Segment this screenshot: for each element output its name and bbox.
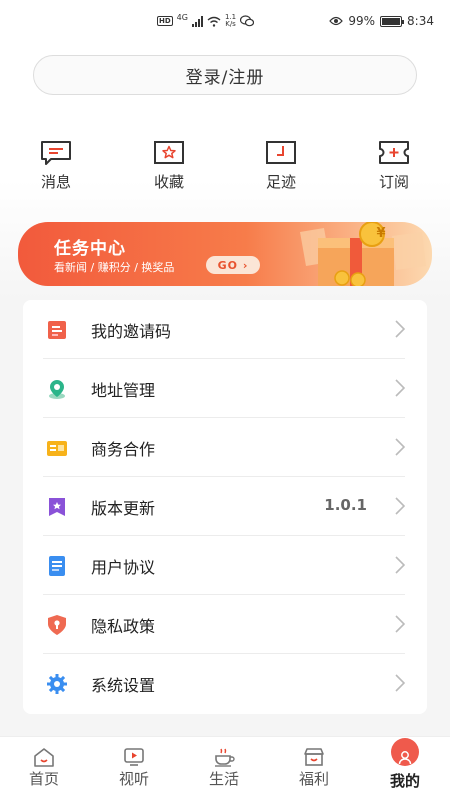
nav-welfare[interactable]: 福利	[279, 737, 349, 800]
gear-icon	[47, 674, 67, 694]
quick-action-subscriptions[interactable]: 订阅	[354, 140, 434, 192]
menu-label: 用户协议	[91, 558, 156, 577]
task-center-banner[interactable]: 任务中心 看新闻 / 赚积分 / 换奖品 GO › ¥	[18, 222, 432, 286]
message-icon	[41, 141, 71, 165]
version-number: 1.0.1	[324, 496, 367, 514]
eye-icon	[329, 16, 344, 26]
menu-label: 系统设置	[91, 676, 156, 695]
coffee-icon	[215, 748, 235, 767]
quick-action-messages[interactable]: 消息	[16, 140, 96, 192]
chevron-right-icon	[395, 379, 405, 397]
quick-action-label: 收藏	[153, 173, 184, 191]
login-register-button[interactable]: 登录/注册	[33, 55, 417, 95]
invite-code-icon	[48, 321, 66, 339]
wifi-icon	[207, 16, 221, 27]
chevron-right-icon	[395, 674, 405, 692]
nav-life[interactable]: 生活	[189, 737, 259, 800]
chevron-right-icon: ›	[242, 258, 249, 272]
quick-action-label: 订阅	[378, 173, 409, 191]
go-label: GO	[217, 258, 238, 272]
menu-item-privacy-policy[interactable]: 隐私政策	[23, 595, 427, 654]
location-icon	[49, 380, 65, 399]
home-icon	[34, 748, 54, 767]
chevron-right-icon	[395, 556, 405, 574]
menu-item-address[interactable]: 地址管理	[23, 359, 427, 418]
nav-label: 视听	[118, 770, 149, 788]
settings-menu: 我的邀请码 地址管理 商务合作 版本更新 1.0.1 用户协议 隐私政策 系统设…	[23, 300, 427, 714]
coin-symbol: ¥	[376, 226, 386, 241]
nav-mine[interactable]: 我的	[370, 737, 440, 800]
menu-label: 版本更新	[91, 499, 156, 518]
bottom-navigation: 首页 视听 生活 福利 我的	[0, 736, 450, 800]
menu-label: 隐私政策	[91, 617, 156, 636]
network-speed: 1.1 K/s	[225, 14, 236, 28]
video-icon	[124, 748, 144, 766]
chevron-right-icon	[395, 438, 405, 456]
menu-item-user-agreement[interactable]: 用户协议	[23, 536, 427, 595]
business-card-icon	[47, 441, 67, 456]
nav-label: 我的	[389, 772, 420, 790]
go-button[interactable]: GO ›	[206, 256, 260, 274]
wechat-icon	[240, 15, 255, 27]
battery-icon	[380, 15, 405, 27]
shield-icon	[48, 615, 66, 635]
quick-actions: 消息 收藏 足迹 订阅	[0, 140, 450, 195]
menu-item-version-update[interactable]: 版本更新 1.0.1	[23, 477, 427, 536]
nav-home[interactable]: 首页	[9, 737, 79, 800]
profile-icon	[391, 738, 419, 766]
menu-item-invite-code[interactable]: 我的邀请码	[23, 300, 427, 359]
chevron-right-icon	[395, 320, 405, 338]
ticket-icon	[379, 141, 409, 164]
hd-icon: HD	[157, 16, 173, 26]
banner-subtitle: 看新闻 / 赚积分 / 换奖品	[54, 261, 175, 274]
nav-video[interactable]: 视听	[99, 737, 169, 800]
speed-unit: K/s	[225, 20, 236, 28]
clock: 8:34	[407, 14, 434, 28]
network-label: 4G	[176, 12, 188, 22]
version-icon	[49, 498, 65, 516]
status-left: HD 4G 1.1 K/s	[157, 12, 255, 28]
gift-box-illustration	[300, 222, 426, 286]
quick-action-favorites[interactable]: 收藏	[129, 140, 209, 192]
nav-label: 生活	[208, 770, 239, 788]
chevron-right-icon	[395, 615, 405, 633]
menu-label: 地址管理	[91, 381, 156, 400]
status-bar: HD 4G 1.1 K/s 99% 8:34	[0, 0, 450, 42]
banner-title: 任务中心	[54, 239, 126, 259]
document-icon	[49, 556, 65, 576]
menu-label: 商务合作	[91, 440, 156, 459]
menu-label: 我的邀请码	[91, 322, 172, 341]
footprint-icon	[266, 141, 296, 164]
nav-label: 福利	[298, 770, 329, 788]
nav-label: 首页	[28, 770, 59, 788]
quick-action-label: 消息	[40, 173, 71, 191]
battery-percent: 99%	[348, 14, 376, 28]
menu-item-business[interactable]: 商务合作	[23, 418, 427, 477]
quick-action-footprints[interactable]: 足迹	[241, 140, 321, 192]
quick-action-label: 足迹	[265, 173, 296, 191]
chevron-right-icon	[395, 497, 405, 515]
signal-icon	[191, 15, 203, 27]
star-icon	[154, 141, 184, 164]
status-right: 99% 8:34	[329, 14, 434, 28]
store-icon	[304, 748, 324, 766]
menu-item-system-settings[interactable]: 系统设置	[23, 654, 427, 713]
login-register-label: 登录/注册	[185, 67, 265, 88]
